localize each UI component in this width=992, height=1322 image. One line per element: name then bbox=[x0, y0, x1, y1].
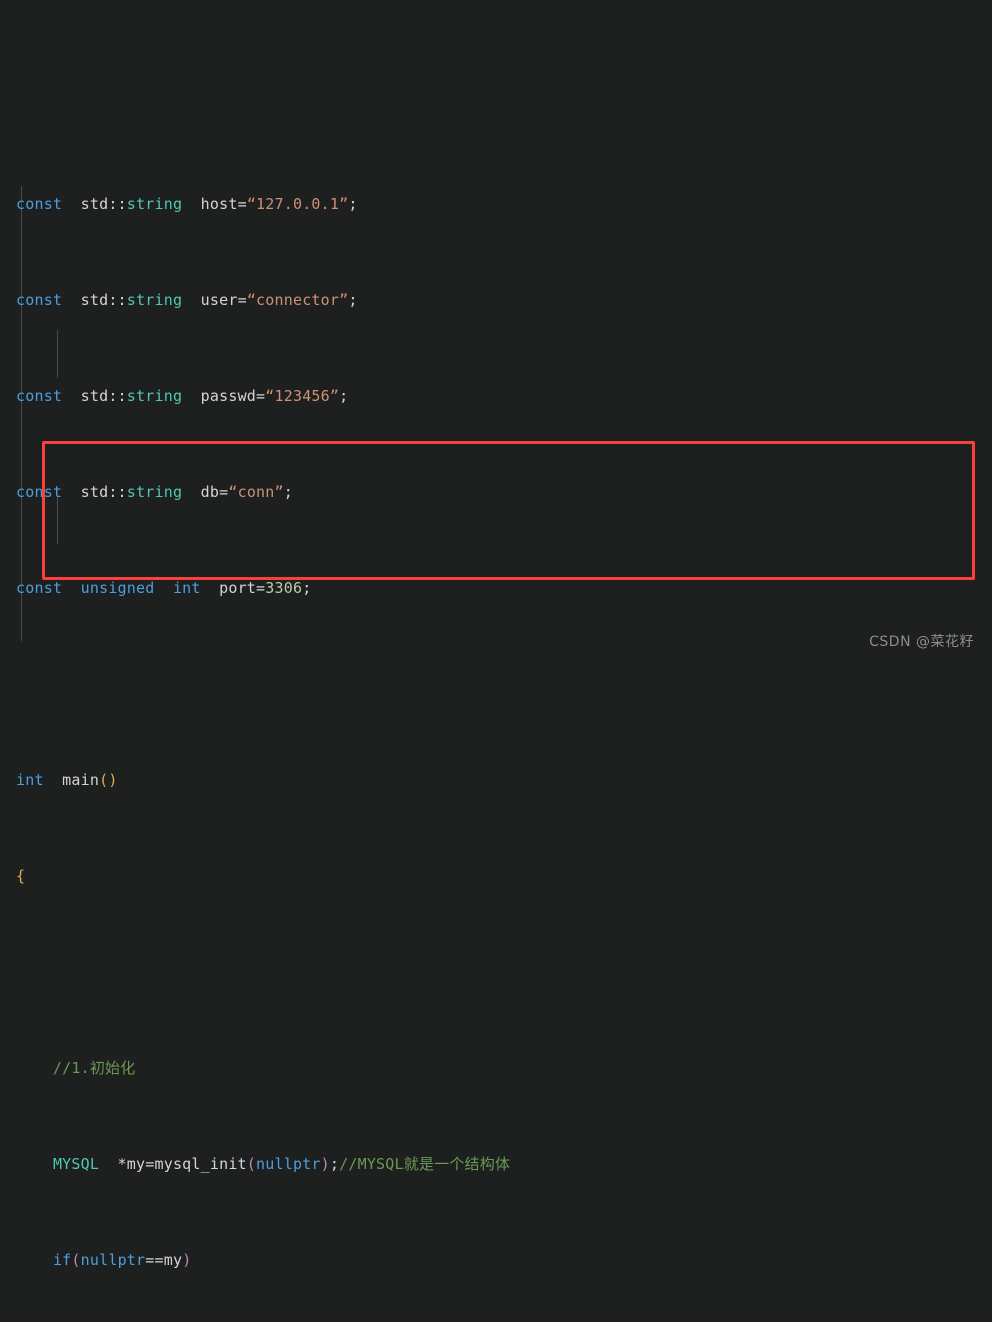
code-line-12[interactable]: if(nullptr==my) bbox=[0, 1248, 992, 1272]
code-line-3[interactable]: const std::string passwd=“123456”; bbox=[0, 384, 992, 408]
code-line-2[interactable]: const std::string user=“connector”; bbox=[0, 288, 992, 312]
indent-guide-level-1 bbox=[21, 186, 22, 641]
csdn-watermark: CSDN @菜花籽 bbox=[869, 634, 974, 650]
code-line-8[interactable]: { bbox=[0, 864, 992, 888]
code-editor[interactable]: const std::string host=“127.0.0.1”; cons… bbox=[0, 0, 992, 1269]
code-line-1[interactable]: const std::string host=“127.0.0.1”; bbox=[0, 192, 992, 216]
code-line-5[interactable]: const unsigned int port=3306; bbox=[0, 576, 992, 600]
code-line-4[interactable]: const std::string db=“conn”; bbox=[0, 480, 992, 504]
indent-guide-level-2 bbox=[57, 330, 58, 378]
code-line-10[interactable]: //1.初始化 bbox=[0, 1056, 992, 1080]
code-line-6[interactable] bbox=[0, 672, 992, 696]
code-line-7[interactable]: int main() bbox=[0, 768, 992, 792]
code-line-9[interactable] bbox=[0, 960, 992, 984]
code-line-11[interactable]: MYSQL *my=mysql_init(nullptr);//MYSQL就是一… bbox=[0, 1152, 992, 1176]
